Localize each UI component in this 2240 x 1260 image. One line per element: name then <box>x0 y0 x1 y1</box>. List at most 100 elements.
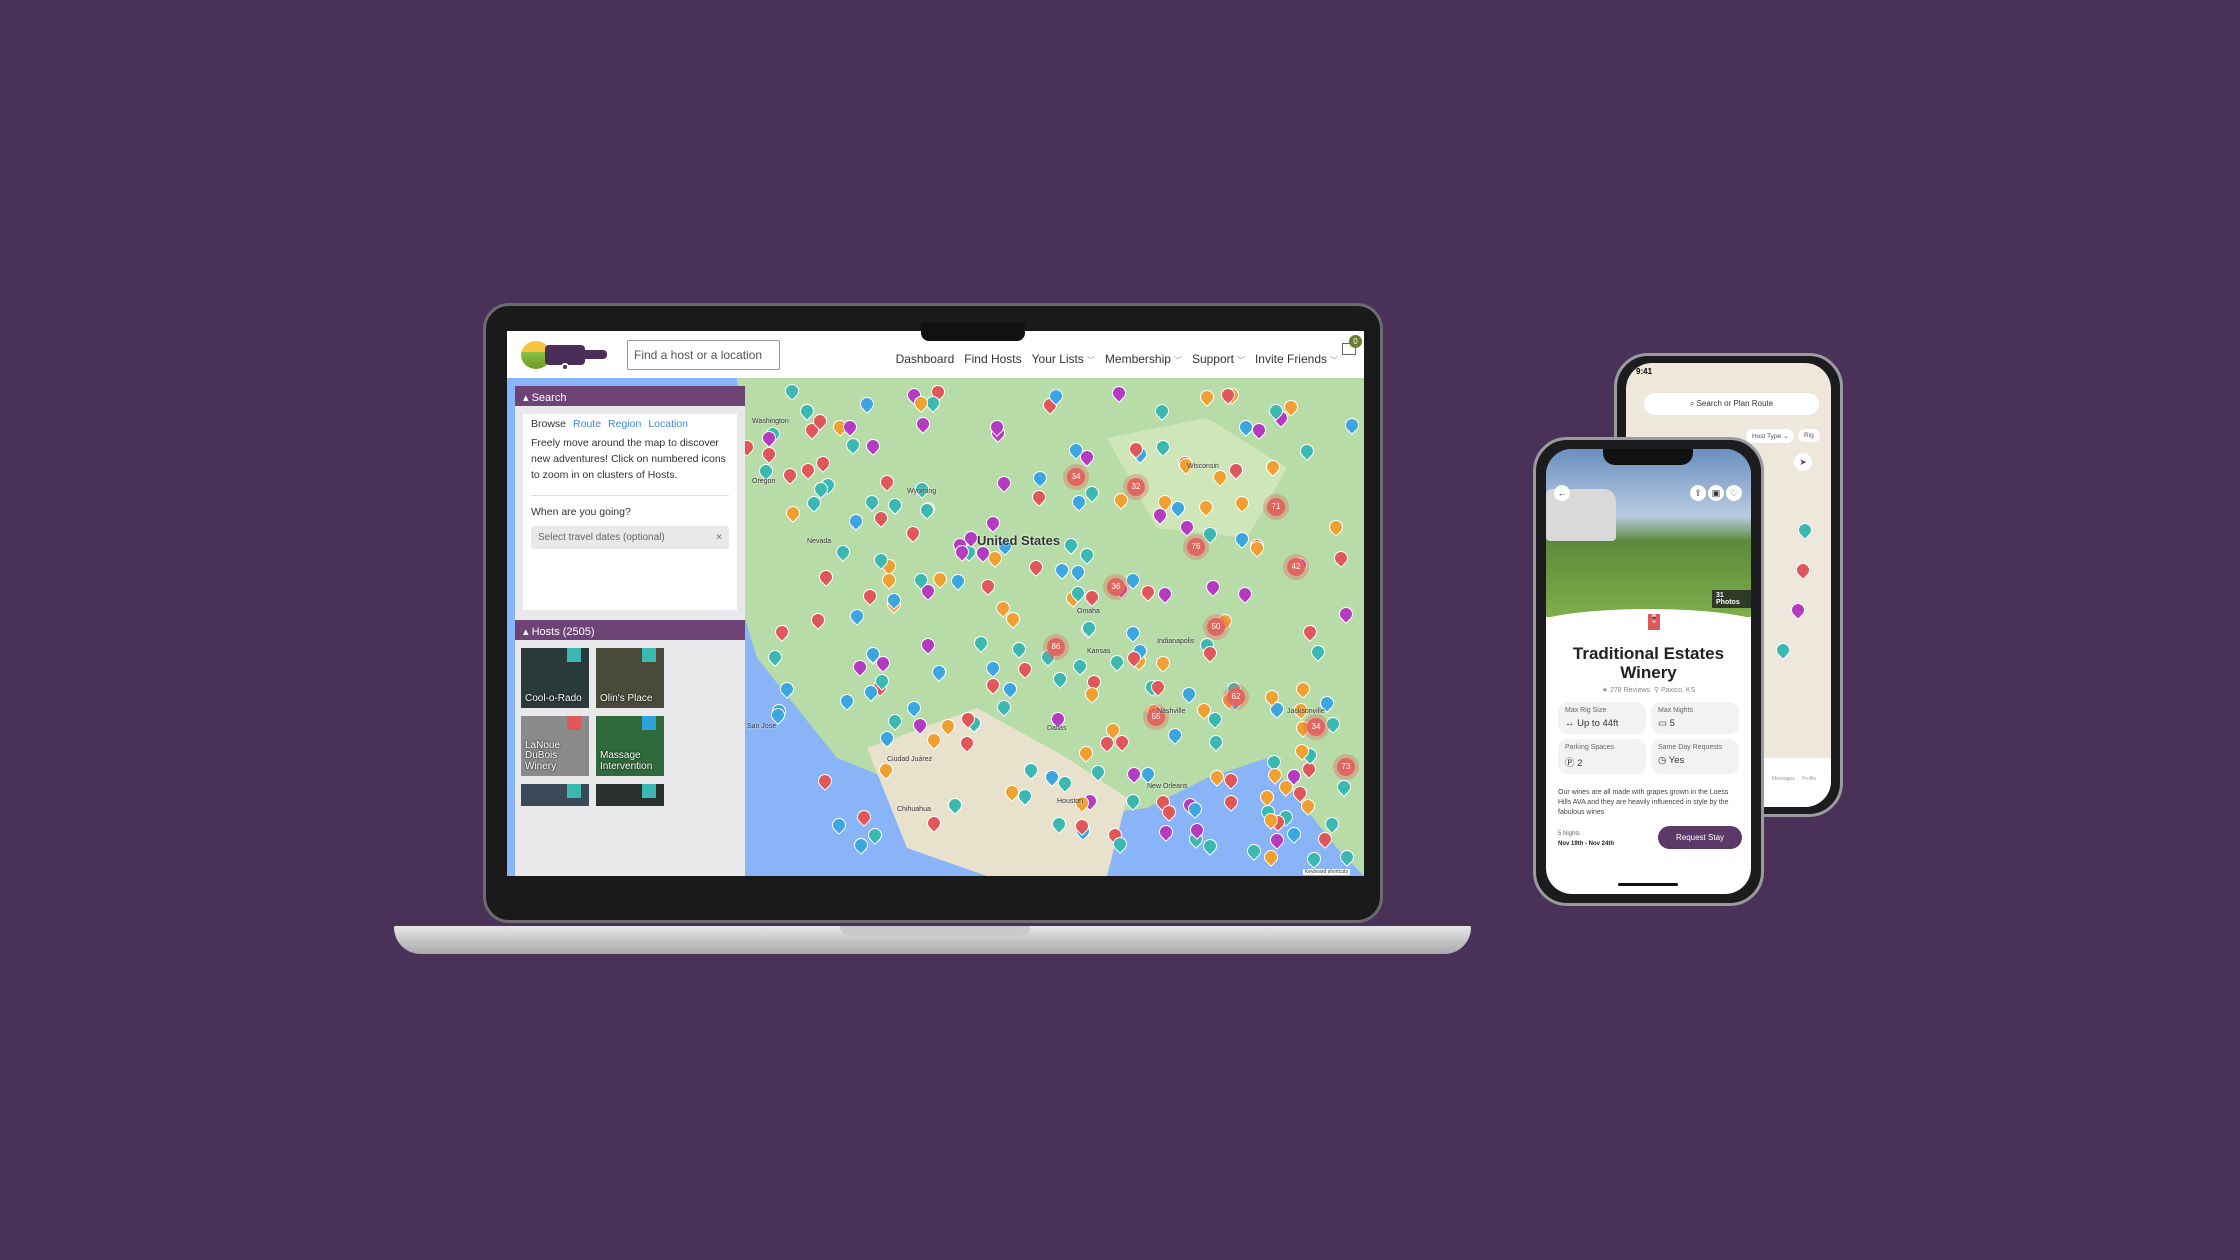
reviews-link[interactable]: 278 Reviews <box>1610 687 1650 694</box>
tab-messages[interactable]: Messages <box>1772 776 1795 782</box>
host-meta: ★ 278 Reviews ⚲ Paxico, KS <box>1601 687 1696 694</box>
map-place-label: Houston <box>1057 798 1084 805</box>
hosts-panel-header[interactable]: ▴ Hosts (2505) <box>515 620 745 640</box>
search-panel: Browse Route Region Location Freely move… <box>523 414 737 610</box>
search-panel-header[interactable]: ▴ Search <box>515 386 745 406</box>
stat-card: Max Rig Size ↔ Up to 44ft <box>1558 702 1646 734</box>
stat-icon: ◷ <box>1658 755 1667 766</box>
search-input[interactable]: Find a host or a location <box>627 339 780 370</box>
status-time: 9:41 <box>1636 367 1653 376</box>
back-icon[interactable]: ← <box>1554 485 1570 501</box>
stat-card: Max Nights ▭ 5 <box>1651 702 1739 734</box>
nav-membership[interactable]: Membership ﹀ <box>1105 352 1182 366</box>
host-location: Paxico, KS <box>1661 687 1696 694</box>
map-place-label: Indianapolis <box>1157 638 1195 645</box>
home-indicator <box>1618 883 1678 886</box>
clear-icon[interactable]: × <box>716 532 722 543</box>
map-place-label: Omaha <box>1077 608 1100 615</box>
host-description: Our wines are all made with grapes grown… <box>1558 789 1729 817</box>
request-stay-button[interactable]: Request Stay <box>1658 826 1742 849</box>
map-place-label: Ciudad Juárez <box>887 756 933 763</box>
chevron-down-icon: ﹀ <box>1330 355 1338 365</box>
host-name: Cool-o-Rado <box>525 692 582 704</box>
map-pin-farm[interactable] <box>1788 600 1808 620</box>
sidebar: ▴ Search Browse Route Region Location Fr… <box>515 386 745 876</box>
tab-location[interactable]: Location <box>648 418 688 430</box>
chevron-down-icon: ﹀ <box>1236 355 1245 365</box>
stat-icon: ↔ <box>1565 718 1575 729</box>
inbox-count-badge: 0 <box>1349 335 1362 348</box>
map-pin-home[interactable] <box>1795 520 1815 540</box>
logo[interactable] <box>521 335 611 375</box>
stat-card: Same Day Requests ◷ Yes <box>1651 739 1739 774</box>
laptop-base-notch <box>840 926 1030 936</box>
route-search-input[interactable]: ⌕ Search or Plan Route <box>1644 393 1819 415</box>
map-place-label: Chihuahua <box>897 806 931 813</box>
travel-dates-input[interactable]: Select travel dates (optional) × <box>531 526 729 550</box>
host-card[interactable] <box>521 784 589 806</box>
map-place-label: Washington <box>752 418 789 425</box>
museum-ribbon-icon <box>642 716 656 730</box>
home-ribbon-icon <box>642 648 656 662</box>
chevron-down-icon: ﹀ <box>1086 355 1095 365</box>
host-list: Cool-o-Rado Olin's Place LaNoue DuBois Win… <box>515 640 745 814</box>
home-ribbon-icon <box>567 784 581 798</box>
rv-fit-icon[interactable]: ▣ <box>1708 485 1724 501</box>
stat-icon: ▭ <box>1658 718 1667 729</box>
main-nav: Dashboard Find Hosts Your Lists ﹀ Members… <box>896 352 1338 366</box>
chevron-down-icon: ﹀ <box>1173 355 1182 365</box>
share-icon[interactable]: ⇪ <box>1690 485 1706 501</box>
map-place-label: United States <box>977 533 1061 548</box>
stay-nights: 5 Nights <box>1558 831 1581 837</box>
host-stats: Max Rig Size ↔ Up to 44ft Max Nights ▭ 5 Par… <box>1558 702 1739 774</box>
nav-your-lists[interactable]: Your Lists ﹀ <box>1032 352 1095 366</box>
map-place-label: New Orleans <box>1147 783 1188 790</box>
tab-profile[interactable]: Profile <box>1802 776 1816 782</box>
map-place-label: San Jose <box>747 723 777 730</box>
map-place-label: Nevada <box>807 538 832 545</box>
host-name: Massage Intervention <box>600 750 653 772</box>
nav-invite-friends[interactable]: Invite Friends ﹀ <box>1255 352 1338 366</box>
tab-route[interactable]: Route <box>573 418 601 430</box>
filter-rig[interactable]: Rig <box>1798 429 1820 442</box>
home-ribbon-icon <box>567 648 581 662</box>
host-card[interactable]: Cool-o-Rado <box>521 648 589 708</box>
map-pin-home[interactable] <box>1773 640 1793 660</box>
stat-icon: Ⓟ <box>1565 758 1575 769</box>
host-card[interactable]: Massage Intervention <box>596 716 664 776</box>
locate-icon[interactable]: ➤ <box>1794 453 1812 471</box>
map-place-label: Kansas <box>1087 648 1111 655</box>
host-name: Olin's Place <box>600 692 653 704</box>
keyboard-shortcuts-link[interactable]: Keyboard shortcuts <box>1302 869 1350 875</box>
tab-region[interactable]: Region <box>608 418 641 430</box>
browse-description: Freely move around the map to discover n… <box>531 436 729 497</box>
map-pin-winery[interactable] <box>1793 560 1813 580</box>
host-card[interactable] <box>596 784 664 806</box>
winery-icon: 🍷 <box>1648 614 1660 630</box>
laptop-screen: Find a host or a location Dashboard Find… <box>507 331 1364 876</box>
map-place-label: Wyoming <box>907 488 937 495</box>
map-place-label: Dallas <box>1047 725 1067 732</box>
map[interactable]: 34 32 71 76 42 50 36 86 55 62 34 73 United States Da… <box>507 378 1364 876</box>
tab-browse[interactable]: Browse <box>531 418 566 430</box>
nav-find-hosts[interactable]: Find Hosts <box>964 352 1021 366</box>
map-place-label: Oregon <box>752 478 776 485</box>
stat-card: Parking Spaces Ⓟ 2 <box>1558 739 1646 774</box>
map-place-label: Jacksonville <box>1287 708 1325 715</box>
host-title: Traditional Estates Winery <box>1572 644 1725 682</box>
host-card[interactable]: LaNoue DuBois Winery <box>521 716 589 776</box>
host-name: LaNoue DuBois Winery <box>525 739 561 772</box>
winery-ribbon-icon <box>567 716 581 730</box>
host-card[interactable]: Olin's Place <box>596 648 664 708</box>
map-place-label: Wisconsin <box>1187 463 1219 470</box>
heart-icon[interactable]: ♡ <box>1726 485 1742 501</box>
stay-dates: Nov 19th - Nov 24th <box>1558 841 1615 847</box>
filter-host-type[interactable]: Host Type ⌄ <box>1746 429 1795 443</box>
nav-support[interactable]: Support ﹀ <box>1192 352 1245 366</box>
search-tabs: Browse Route Region Location <box>531 418 729 430</box>
date-label: When are you going? <box>531 506 631 519</box>
nav-dashboard[interactable]: Dashboard <box>896 352 955 366</box>
photos-count-button[interactable]: 31 Photos <box>1712 590 1751 608</box>
phone-front-screen: ← ⇪ ▣ ♡ 31 Photos 🍷 Traditional Estates … <box>1546 449 1751 894</box>
home-ribbon-icon <box>642 784 656 798</box>
